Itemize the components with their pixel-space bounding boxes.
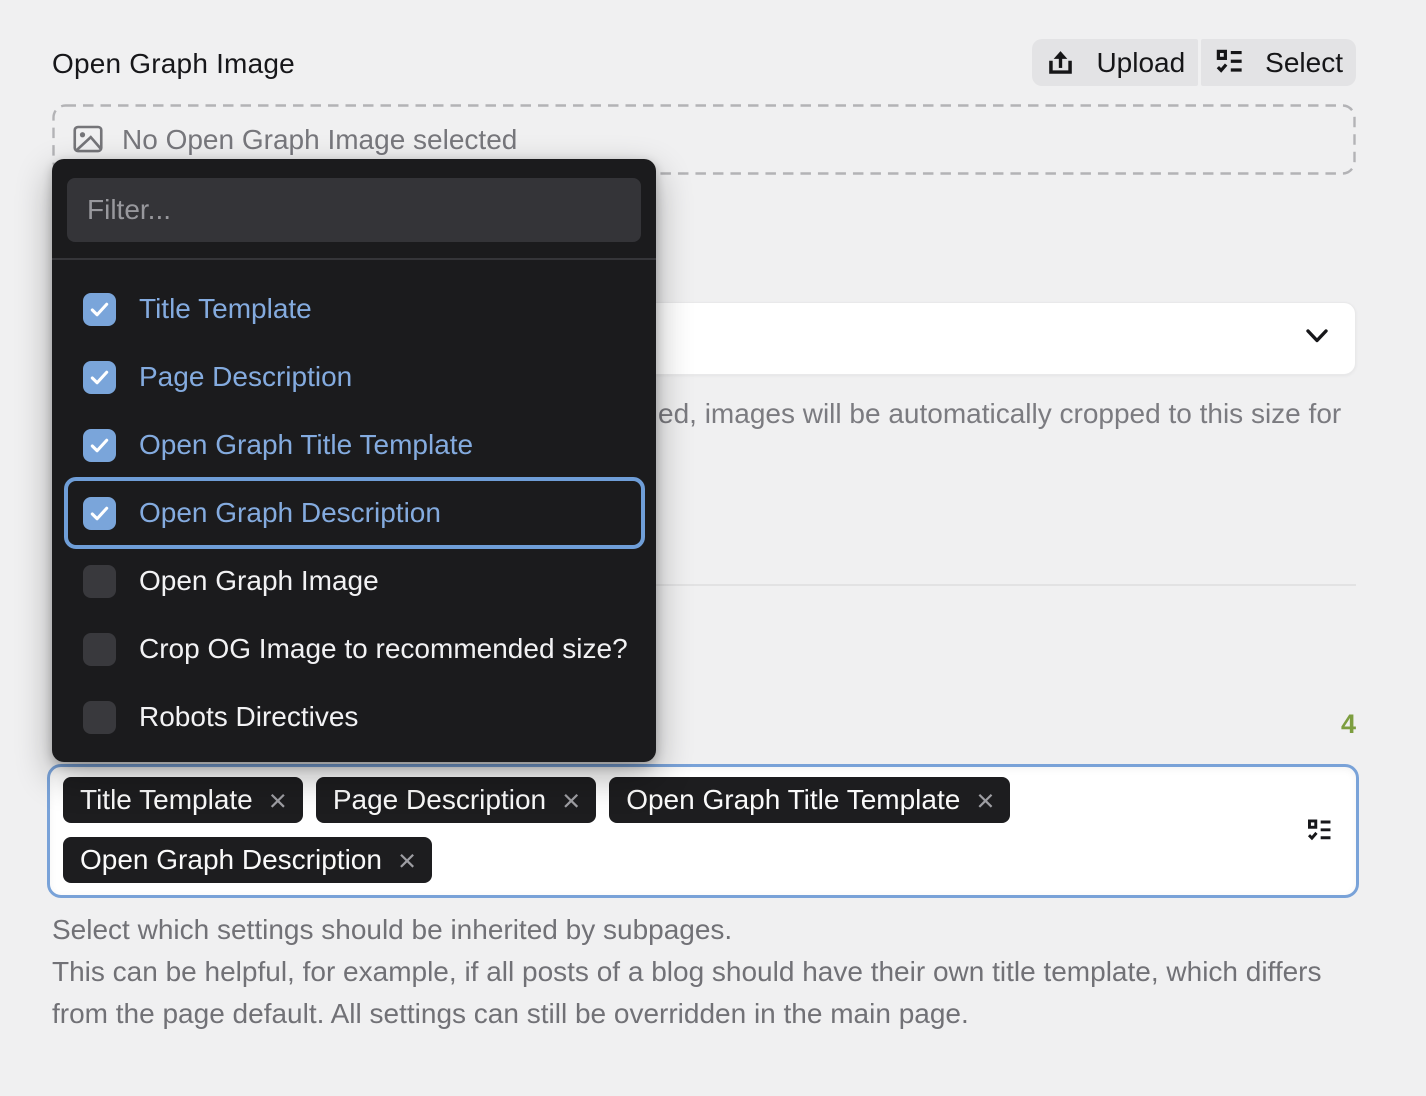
chevron-down-icon <box>1305 328 1329 349</box>
selected-count-badge: 4 <box>1341 709 1356 740</box>
tag-label: Title Template <box>80 784 253 816</box>
option-open-graph-title-template[interactable]: Open Graph Title Template <box>52 411 656 479</box>
option-label: Open Graph Title Template <box>139 429 473 461</box>
option-label: Crop OG Image to recommended size? <box>139 633 628 665</box>
option-label: Open Graph Description <box>139 497 441 529</box>
dropdown-divider <box>52 258 656 260</box>
help-line: from the page default. All settings can … <box>52 993 1322 1035</box>
remove-tag-icon[interactable]: × <box>976 785 994 816</box>
option-label: Open Graph Image <box>139 565 379 597</box>
help-line: Select which settings should be inherite… <box>52 909 1322 951</box>
size-help-text: ed, images will be automatically cropped… <box>658 398 1341 430</box>
help-line: This can be helpful, for example, if all… <box>52 951 1322 993</box>
option-open-graph-image[interactable]: Open Graph Image <box>52 547 656 615</box>
checkbox-checked-icon[interactable] <box>83 497 116 530</box>
remove-tag-icon[interactable]: × <box>269 785 287 816</box>
remove-tag-icon[interactable]: × <box>562 785 580 816</box>
tag-title-template: Title Template × <box>63 777 303 823</box>
checkbox-unchecked-icon[interactable] <box>83 565 116 598</box>
checkbox-unchecked-icon[interactable] <box>83 701 116 734</box>
inherit-help-text: Select which settings should be inherite… <box>52 909 1322 1035</box>
checklist-icon <box>1214 47 1245 78</box>
tag-page-description: Page Description × <box>316 777 596 823</box>
tag-label: Open Graph Title Template <box>626 784 960 816</box>
og-image-empty-text: No Open Graph Image selected <box>122 124 517 156</box>
dropdown-options: Title Template Page Description Open Gra… <box>52 275 656 751</box>
inherit-settings-dropdown: Title Template Page Description Open Gra… <box>52 159 656 762</box>
seo-settings-page: Open Graph Image Upload Select <box>0 0 1426 1096</box>
filter-input[interactable] <box>67 178 641 242</box>
tag-open-graph-description: Open Graph Description × <box>63 837 432 883</box>
field-label-open-graph-image: Open Graph Image <box>52 48 295 80</box>
option-label: Robots Directives <box>139 701 358 733</box>
tag-open-graph-title-template: Open Graph Title Template × <box>609 777 1010 823</box>
option-label: Page Description <box>139 361 352 393</box>
select-button[interactable]: Select <box>1201 39 1356 86</box>
tag-label: Page Description <box>333 784 546 816</box>
checkbox-unchecked-icon[interactable] <box>83 633 116 666</box>
inherit-settings-multiselect[interactable]: Title Template × Page Description × Open… <box>47 764 1359 898</box>
image-icon <box>73 125 103 158</box>
option-robots-directives[interactable]: Robots Directives <box>52 683 656 751</box>
remove-tag-icon[interactable]: × <box>398 845 416 876</box>
option-label: Title Template <box>139 293 312 325</box>
checkbox-checked-icon[interactable] <box>83 361 116 394</box>
select-button-label: Select <box>1265 47 1343 79</box>
upload-button-label: Upload <box>1096 47 1185 79</box>
selected-tags: Title Template × Page Description × Open… <box>63 777 1266 883</box>
checklist-icon <box>1305 817 1334 850</box>
og-image-actions: Upload Select <box>1032 39 1356 86</box>
upload-icon <box>1045 47 1076 78</box>
option-page-description[interactable]: Page Description <box>52 343 656 411</box>
upload-button[interactable]: Upload <box>1032 39 1198 86</box>
tag-label: Open Graph Description <box>80 844 382 876</box>
checkbox-checked-icon[interactable] <box>83 293 116 326</box>
option-open-graph-description[interactable]: Open Graph Description <box>52 479 656 547</box>
option-title-template[interactable]: Title Template <box>52 275 656 343</box>
option-crop-og-image[interactable]: Crop OG Image to recommended size? <box>52 615 656 683</box>
checkbox-checked-icon[interactable] <box>83 429 116 462</box>
